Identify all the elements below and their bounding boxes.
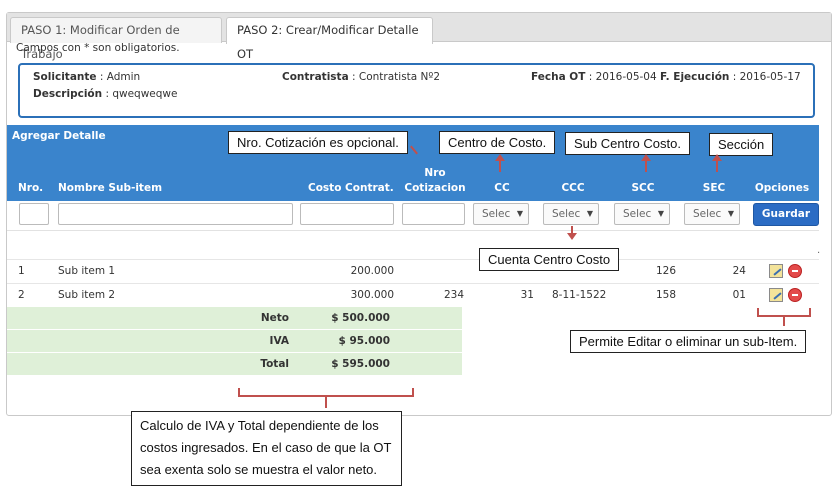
ccc-select[interactable]: Selec ▼ — [543, 203, 599, 225]
callout-seccion: Sección — [709, 133, 774, 156]
arrow-seccion — [716, 160, 718, 172]
callout-cotizacion: Nro. Cotización es opcional. — [228, 131, 408, 154]
panel-title: Agregar Detalle — [12, 130, 106, 142]
fecha-ejecucion-label: F. Ejecución — [660, 71, 730, 83]
total-row-neto: Neto $ 500.000 — [7, 306, 462, 329]
chevron-down-icon: ▼ — [657, 209, 664, 218]
ccc-select-value: Selec — [552, 208, 581, 220]
fecha-ejecucion-value: : 2016-05-17 — [732, 71, 801, 83]
callout-centro-costo: Centro de Costo. — [439, 131, 556, 154]
col-nro: Nro. — [18, 182, 44, 194]
neto-value: $ 500.000 — [331, 312, 390, 324]
fecha-ot-label: Fecha OT — [531, 71, 586, 83]
fecha-ejecucion-info: F. Ejecución : 2016-05-17 — [660, 71, 801, 83]
tab-paso-2[interactable]: PASO 2: Crear/Modificar Detalle OT — [226, 17, 433, 61]
row-ccc: 8-11-1522 — [552, 289, 607, 301]
arrow-sub-centro — [645, 160, 647, 172]
solicitante-info: Solicitante : Admin — [33, 71, 140, 83]
solicitante-value: : Admin — [99, 71, 141, 83]
arrowhead-up-icon — [641, 154, 651, 161]
col-cotizacion-line1: Nro — [424, 167, 446, 179]
sec-select[interactable]: Selec ▼ — [684, 203, 740, 225]
costo-input[interactable] — [300, 203, 394, 225]
col-opciones: Opciones — [754, 182, 810, 194]
agregar-detalle-header: Agregar Detalle Nro. Nombre Sub-item Cos… — [7, 125, 819, 201]
arrowhead-up-icon — [495, 154, 505, 161]
total-row-total: Total $ 595.000 — [7, 352, 462, 375]
col-costo: Costo Contrat. — [308, 182, 394, 194]
descripcion-value: : qweqweqwe — [105, 88, 178, 100]
row-cotizacion: 234 — [443, 289, 464, 301]
new-item-row: Selec ▼ Selec ▼ Selec ▼ Selec ▼ Guardar — [7, 201, 819, 231]
tab-paso-1[interactable]: PASO 1: Modificar Orden de Trabajo — [10, 17, 222, 61]
arrowhead-up-icon — [712, 154, 722, 161]
table-row: 2 Sub item 2 300.000 234 31 8-11-1522 15… — [7, 283, 819, 307]
tab-bar: PASO 1: Modificar Orden de Trabajo PASO … — [7, 13, 831, 61]
iva-value: $ 95.000 — [338, 335, 390, 347]
delete-icon[interactable] — [788, 288, 802, 302]
row-nro: 1 — [18, 265, 25, 277]
arrow-centro-costo — [499, 160, 501, 172]
row-nombre: Sub item 2 — [58, 289, 116, 301]
scc-select[interactable]: Selec ▼ — [614, 203, 670, 225]
cc-select-value: Selec — [482, 208, 511, 220]
col-nombre: Nombre Sub-item — [58, 182, 163, 194]
row-costo: 200.000 — [350, 265, 394, 277]
total-label: Total — [260, 358, 289, 370]
solicitante-label: Solicitante — [33, 71, 97, 83]
edit-icon[interactable] — [769, 288, 783, 302]
contratista-label: Contratista — [282, 71, 349, 83]
guardar-button[interactable]: Guardar — [753, 203, 819, 226]
row-costo: 300.000 — [350, 289, 394, 301]
edit-icon[interactable] — [769, 264, 783, 278]
col-scc: SCC — [631, 182, 655, 194]
arrow-opciones — [783, 316, 785, 326]
table-row: 1 Sub item 1 200.000 126 24 — [7, 259, 819, 283]
delete-icon[interactable] — [788, 264, 802, 278]
fecha-ot-value: : 2016-05-04 — [588, 71, 657, 83]
row-sec: 01 — [732, 289, 746, 301]
cc-select[interactable]: Selec ▼ — [473, 203, 529, 225]
row-scc: 158 — [655, 289, 676, 301]
nro-input[interactable] — [19, 203, 49, 225]
required-fields-note: Campos con * son obligatorios. — [16, 42, 180, 54]
arrowhead-down-icon — [567, 233, 577, 240]
nombre-input[interactable] — [58, 203, 293, 225]
chevron-down-icon: ▼ — [516, 209, 523, 218]
chevron-down-icon: ▼ — [727, 209, 734, 218]
sec-select-value: Selec — [693, 208, 722, 220]
dot-marker: . — [817, 245, 821, 256]
ot-summary-box: Solicitante : Admin Contratista : Contra… — [18, 63, 815, 118]
row-sec: 24 — [732, 265, 746, 277]
callout-opciones: Permite Editar o eliminar un sub-Item. — [570, 330, 807, 353]
col-cotizacion-line2: Cotizacion — [404, 182, 466, 194]
cotizacion-input[interactable] — [402, 203, 465, 225]
col-ccc: CCC — [561, 182, 585, 194]
col-sec: SEC — [702, 182, 726, 194]
row-scc: 126 — [655, 265, 676, 277]
contratista-value: : Contratista Nº2 — [352, 71, 441, 83]
iva-label: IVA — [269, 335, 289, 347]
row-nro: 2 — [18, 289, 25, 301]
row-cc: 31 — [520, 289, 534, 301]
neto-label: Neto — [260, 312, 289, 324]
fecha-ot-info: Fecha OT : 2016-05-04 — [531, 71, 657, 83]
callout-sub-centro: Sub Centro Costo. — [565, 132, 690, 155]
total-row-iva: IVA $ 95.000 — [7, 329, 462, 352]
callout-totales: Calculo de IVA y Total dependiente de lo… — [131, 411, 402, 486]
row-nombre: Sub item 1 — [58, 265, 116, 277]
contratista-info: Contratista : Contratista Nº2 — [282, 71, 440, 83]
chevron-down-icon: ▼ — [586, 209, 593, 218]
total-value: $ 595.000 — [331, 358, 390, 370]
descripcion-label: Descripción — [33, 88, 103, 100]
callout-cuenta: Cuenta Centro Costo — [479, 248, 620, 271]
totals-block: Neto $ 500.000 IVA $ 95.000 Total $ 595.… — [7, 306, 462, 375]
descripcion-info: Descripción : qweqweqwe — [33, 88, 177, 100]
col-cc: CC — [494, 182, 510, 194]
scc-select-value: Selec — [623, 208, 652, 220]
arrow-totales — [325, 396, 327, 408]
